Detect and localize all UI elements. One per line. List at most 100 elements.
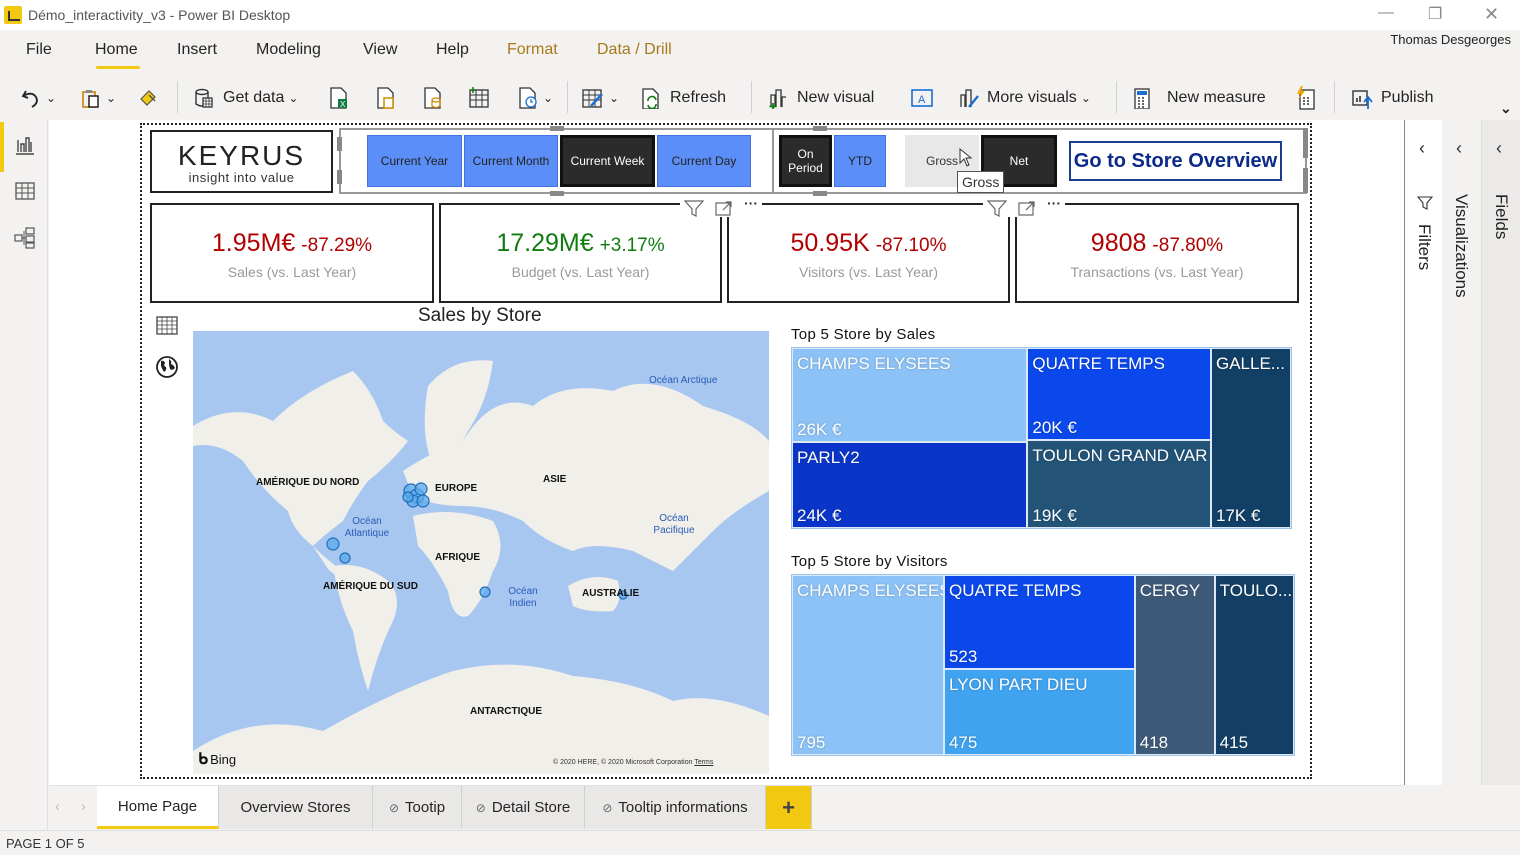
refresh-button[interactable]: Refresh — [640, 75, 726, 120]
expand-visualizations-chevron-icon[interactable]: ‹ — [1456, 138, 1462, 159]
treemap-tile[interactable]: TOULON GRAND VAR 19K € — [1027, 440, 1211, 528]
resize-handle[interactable] — [337, 137, 342, 151]
treemap-tile[interactable]: CHAMPS ELYSEES 26K € — [792, 348, 1028, 442]
paste-button[interactable]: ⌄ — [80, 75, 116, 120]
data-view-icon[interactable] — [14, 180, 36, 202]
treemap-top5-visitors[interactable]: CHAMPS ELYSEES 795 QUATRE TEMPS 523 LYON PAR… — [791, 574, 1295, 756]
resize-handle[interactable] — [1303, 168, 1308, 193]
expand-fields-chevron-icon[interactable]: ‹ — [1496, 138, 1502, 159]
terms-link[interactable]: Terms — [694, 759, 713, 766]
slicer-option-ytd[interactable]: YTD — [834, 135, 886, 187]
treemap-tile[interactable]: CERGY 418 — [1134, 575, 1215, 755]
format-painter-button[interactable] — [137, 75, 159, 120]
kpi-card-visitors: 50.95K -87.10% Visitors (vs. Last Year) — [727, 203, 1010, 303]
slicer-option-current-day[interactable]: Current Day — [657, 135, 751, 187]
model-view-icon[interactable] — [14, 227, 36, 249]
publish-button[interactable]: Publish — [1351, 75, 1433, 120]
filters-pane[interactable]: ‹ Filters — [1404, 120, 1442, 785]
label-south-america: AMÉRIQUE DU SUD — [323, 581, 419, 592]
page-tab-home-page[interactable]: Home Page — [97, 786, 219, 829]
landmass-africa — [413, 512, 501, 617]
page-tab-detail-store[interactable]: ⊘ Detail Store — [462, 786, 585, 829]
treemap-tile[interactable]: QUATRE TEMPS 523 — [943, 575, 1135, 670]
page-tab-tooltip-informations[interactable]: ⊘ Tooltip informations — [585, 786, 766, 829]
enter-data-table-icon — [469, 86, 489, 108]
treemap-tile[interactable]: PARLY2 24K € — [792, 441, 1028, 528]
get-data-button[interactable]: Get data ⌄ — [193, 75, 298, 120]
focus-mode-icon[interactable] — [1017, 199, 1037, 217]
treemap-tile[interactable]: LYON PART DIEU 475 — [943, 669, 1135, 755]
undo-button[interactable]: ⌄ — [20, 75, 56, 120]
transform-data-button[interactable]: ⌄ — [581, 75, 619, 120]
treemap-tile-label: PARLY2 — [797, 447, 860, 467]
tab-view[interactable]: View — [363, 41, 397, 59]
table-view-icon[interactable] — [155, 314, 179, 338]
expand-filters-chevron-icon[interactable]: ‹ — [1419, 138, 1425, 159]
new-visual-button[interactable]: New visual — [767, 75, 874, 120]
restore-button[interactable]: ❐ — [1428, 4, 1442, 24]
minimize-button[interactable]: — — [1378, 4, 1394, 22]
scroll-tabs-right-icon[interactable]: › — [81, 798, 86, 814]
recent-sources-button[interactable]: ⌄ — [517, 75, 553, 120]
go-to-store-overview-button[interactable]: Go to Store Overview — [1069, 141, 1282, 181]
tab-home[interactable]: Home — [95, 41, 138, 59]
filter-icon[interactable] — [987, 199, 1007, 217]
enter-data-button[interactable] — [468, 75, 490, 120]
refresh-icon — [642, 87, 659, 109]
label-australia: AUSTRALIE — [582, 588, 640, 599]
label-africa: AFRIQUE — [435, 552, 480, 563]
collapse-ribbon-chevron-icon[interactable]: ⌄ — [1500, 100, 1512, 117]
report-view-icon[interactable] — [14, 134, 36, 156]
treemap-tile[interactable]: GALLE... 17K € — [1210, 348, 1291, 528]
filter-icon[interactable] — [684, 199, 704, 217]
power-bi-datasets-icon — [377, 86, 394, 109]
treemap-tile[interactable]: QUATRE TEMPS 20K € — [1027, 348, 1211, 441]
resize-handle[interactable] — [813, 191, 827, 196]
sales-by-store-map[interactable]: Océan Arctique Océan Atlantique Océan Pa… — [193, 331, 769, 774]
page-tab-overview-stores[interactable]: Overview Stores — [219, 786, 373, 829]
excel-button[interactable]: X — [328, 75, 350, 120]
user-name[interactable]: Thomas Desgeorges — [1390, 32, 1511, 47]
add-page-button[interactable]: + — [766, 786, 812, 829]
tab-help[interactable]: Help — [436, 41, 469, 59]
new-measure-button[interactable]: New measure — [1131, 75, 1266, 120]
quick-measure-button[interactable] — [1294, 75, 1316, 120]
focus-mode-icon[interactable] — [714, 199, 734, 217]
treemap-tile-label: LYON PART DIEU — [948, 675, 1088, 695]
resize-handle[interactable] — [1303, 128, 1308, 158]
slicer-option-on-period[interactable]: On Period — [779, 135, 832, 187]
tab-data-drill[interactable]: Data / Drill — [597, 41, 672, 59]
datasets-button[interactable] — [375, 75, 397, 120]
more-options-icon[interactable]: ··· — [1047, 195, 1061, 217]
fields-pane[interactable]: ‹ Fields — [1481, 120, 1520, 785]
slicer-option-current-year[interactable]: Current Year — [367, 135, 462, 187]
treemap-tile[interactable]: TOULO... 415 — [1214, 575, 1294, 755]
scroll-tabs-left-icon[interactable]: ‹ — [55, 798, 60, 814]
more-options-icon[interactable]: ··· — [744, 195, 758, 217]
globe-icon[interactable] — [155, 355, 179, 379]
resize-handle[interactable] — [550, 126, 564, 131]
text-box-button[interactable]: A — [910, 75, 934, 120]
treemap-top5-sales[interactable]: CHAMPS ELYSEES 26K € PARLY2 24K € QUATRE TEM… — [791, 347, 1292, 529]
page-tab-tootip[interactable]: ⊘ Tootip — [373, 786, 462, 829]
tab-format[interactable]: Format — [507, 41, 558, 59]
slicer-option-current-week[interactable]: Current Week — [560, 135, 655, 187]
treemap-tile[interactable]: CHAMPS ELYSEES 795 — [792, 575, 944, 755]
store-bubble — [339, 552, 351, 564]
resize-handle[interactable] — [550, 191, 564, 196]
hidden-page-icon: ⊘ — [602, 800, 613, 815]
slicer-option-current-month[interactable]: Current Month — [464, 135, 558, 187]
tab-file[interactable]: File — [26, 41, 52, 59]
label-north-america: AMÉRIQUE DU NORD — [256, 477, 360, 488]
visualizations-pane[interactable]: ‹ Visualizations — [1442, 120, 1481, 785]
sql-server-button[interactable] — [422, 75, 444, 120]
tab-modeling[interactable]: Modeling — [256, 41, 321, 59]
publish-label: Publish — [1381, 88, 1434, 106]
resize-handle[interactable] — [813, 126, 827, 131]
active-view-indicator — [0, 122, 4, 172]
tab-insert[interactable]: Insert — [177, 41, 217, 59]
treemap-visitors-title: Top 5 Store by Visitors — [791, 553, 948, 570]
resize-handle[interactable] — [337, 170, 342, 184]
close-button[interactable]: ✕ — [1484, 4, 1499, 25]
more-visuals-button[interactable]: More visuals ⌄ — [957, 75, 1091, 120]
